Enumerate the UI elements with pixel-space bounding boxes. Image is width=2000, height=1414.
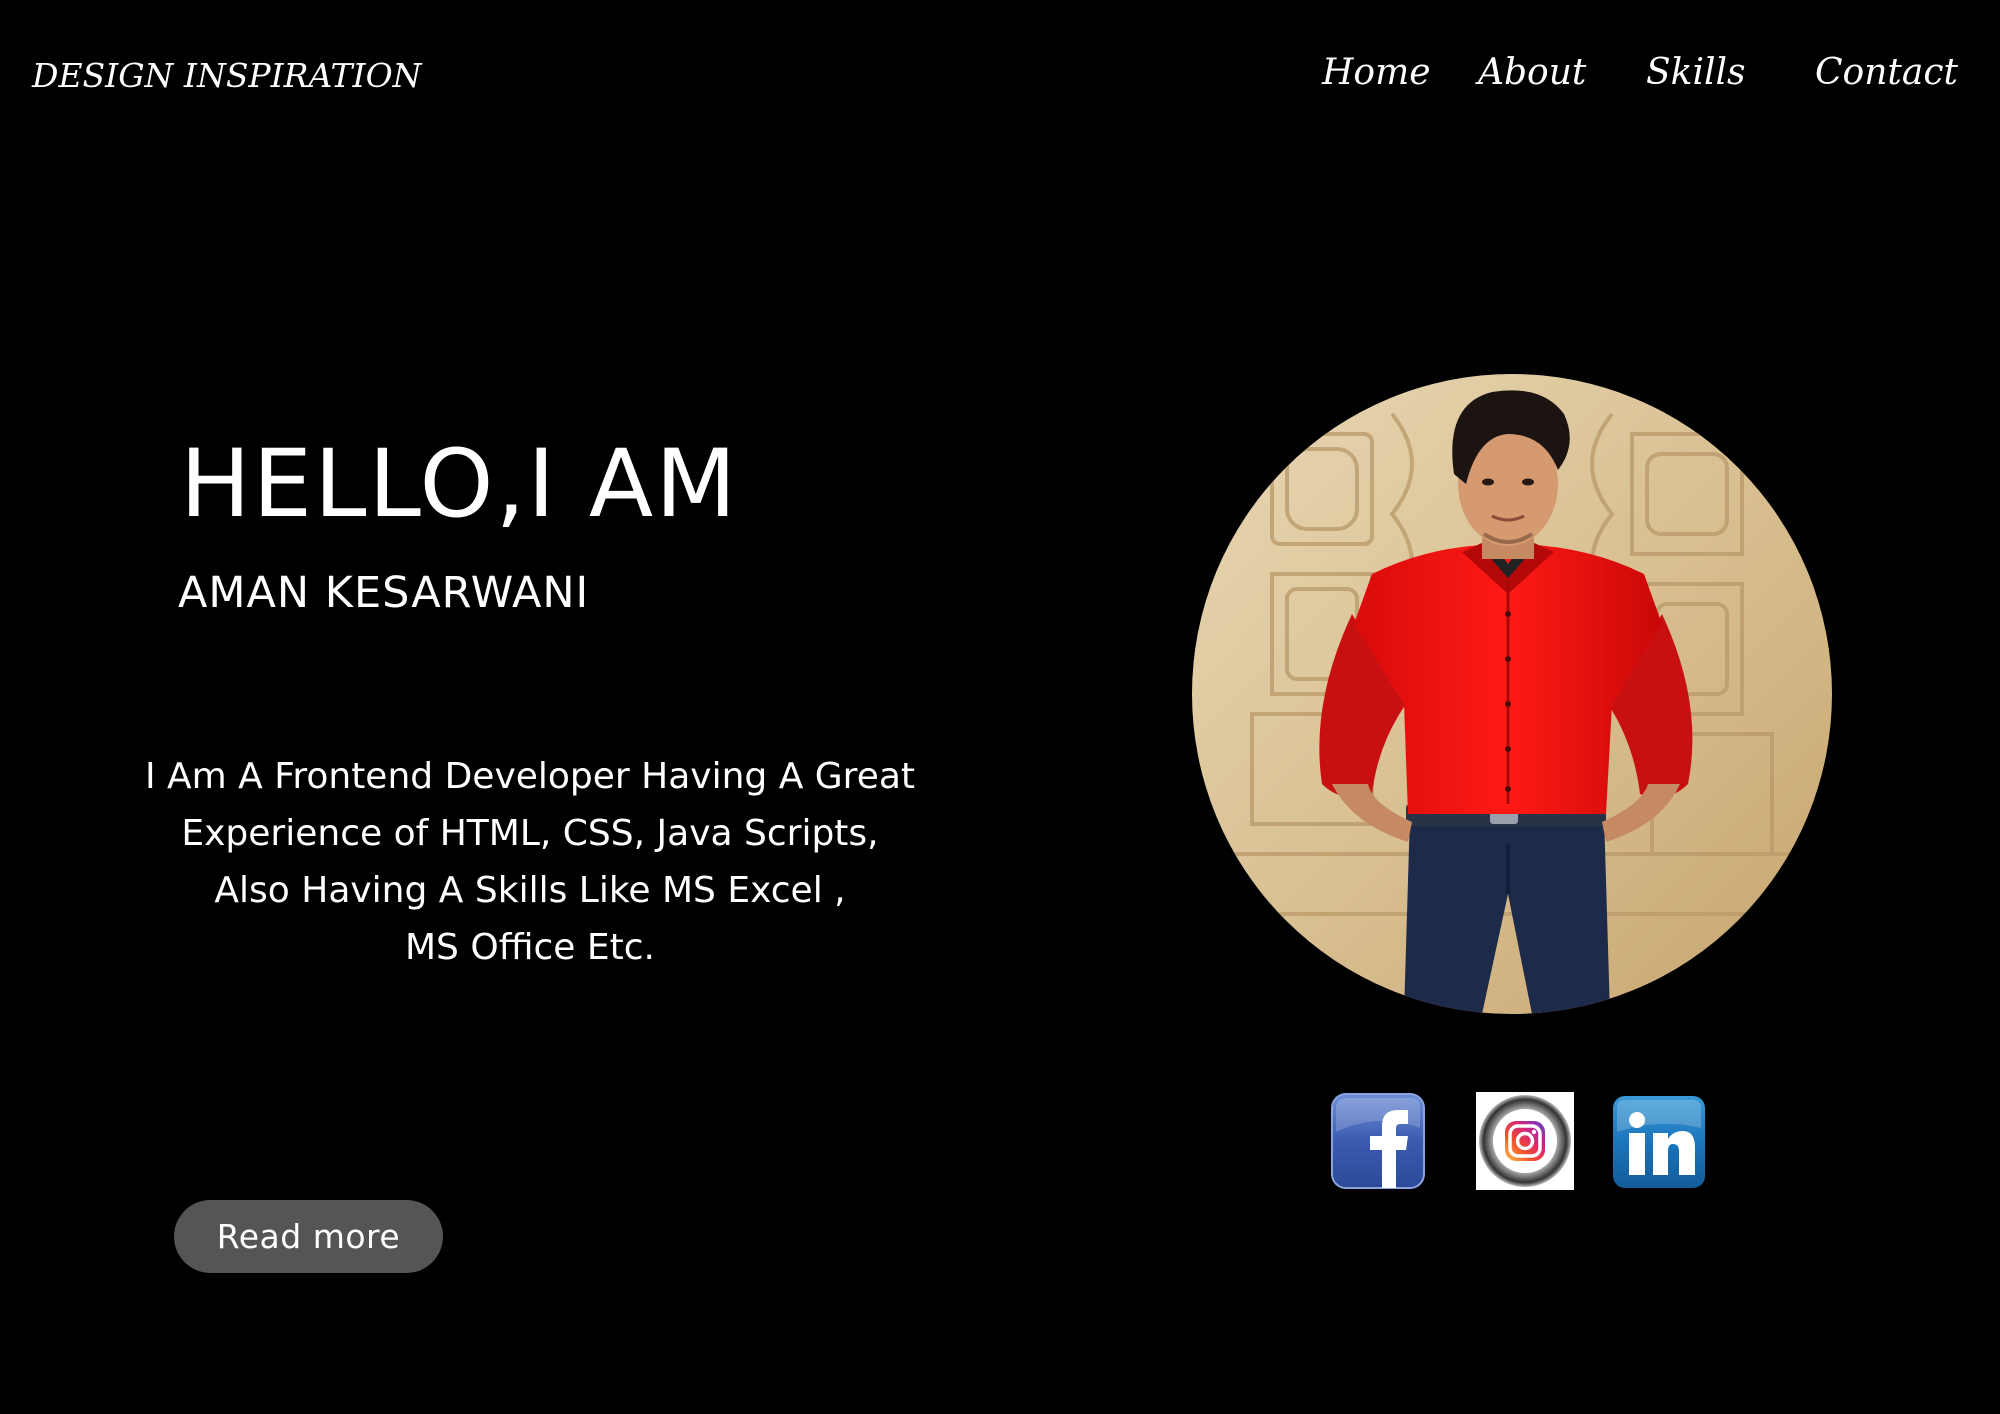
description-line: MS Office Etc. xyxy=(405,927,655,968)
description-line: Also Having A Skills Like MS Excel , xyxy=(214,870,846,911)
profile-photo xyxy=(1192,374,1832,1014)
read-more-button[interactable]: Read more xyxy=(174,1200,443,1273)
facebook-icon[interactable] xyxy=(1330,1092,1426,1190)
hero-name: AMAN KESARWANI xyxy=(178,568,590,618)
description-line: Experience of HTML, CSS, Java Scripts, xyxy=(181,813,879,854)
main-nav: Home About Skills Contact xyxy=(0,52,2000,102)
instagram-icon[interactable] xyxy=(1476,1092,1574,1190)
hero-description: I Am A Frontend Developer Having A Great… xyxy=(120,748,940,976)
nav-about-link[interactable]: About xyxy=(1478,52,1586,93)
hero-greeting: HELLO,I AM xyxy=(180,430,739,539)
linkedin-icon[interactable] xyxy=(1613,1096,1705,1188)
nav-contact-link[interactable]: Contact xyxy=(1815,52,1958,93)
portfolio-page: DESIGN INSPIRATION Home About Skills Con… xyxy=(0,0,2000,1414)
nav-skills-link[interactable]: Skills xyxy=(1646,52,1746,93)
description-line: I Am A Frontend Developer Having A Great xyxy=(144,756,916,797)
nav-home-link[interactable]: Home xyxy=(1322,52,1431,93)
